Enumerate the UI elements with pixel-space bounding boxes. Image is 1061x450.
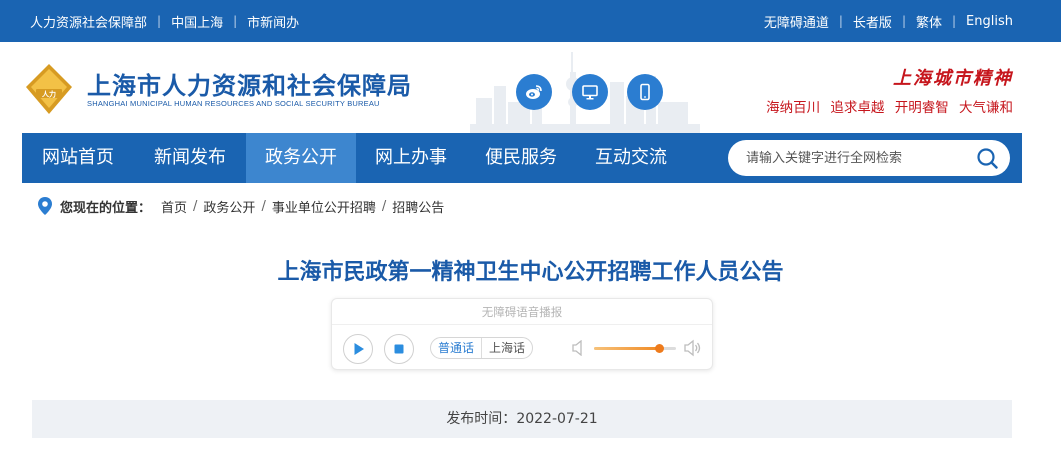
link-elder-version[interactable]: 长者版	[853, 12, 892, 31]
link-china-shanghai[interactable]: 中国上海	[171, 12, 223, 31]
breadcrumb-label: 您现在的位置：	[60, 200, 152, 216]
top-bar: 人力资源社会保障部 | 中国上海 | 市新闻办 无障碍通道 | 长者版 | 繁体…	[0, 0, 1061, 42]
main-nav: 网站首页 新闻发布 政务公开 网上办事 便民服务 互动交流	[22, 133, 1022, 183]
breadcrumb-announcement[interactable]: 招聘公告	[392, 197, 444, 216]
volume-high-icon	[684, 339, 701, 357]
spirit-phrase: 大气谦和	[959, 100, 1013, 116]
breadcrumb: 您现在的位置： 首页 / 政务公开 / 事业单位公开招聘 / 招聘公告	[38, 196, 444, 216]
article-title: 上海市民政第一精神卫生中心公开招聘工作人员公告	[277, 260, 784, 285]
nav-item-public-service[interactable]: 便民服务	[466, 133, 576, 183]
site-title[interactable]: 上海市人力资源和社会保障局	[87, 66, 412, 101]
top-bar-left-links: 人力资源社会保障部 | 中国上海 | 市新闻办	[30, 0, 299, 42]
link-traditional-chinese[interactable]: 繁体	[916, 12, 942, 31]
separator: |	[952, 14, 957, 28]
search-input[interactable]	[746, 140, 966, 176]
play-button[interactable]	[343, 334, 373, 364]
stop-icon	[394, 344, 404, 354]
breadcrumb-home[interactable]: 首页	[161, 197, 187, 216]
mobile-icon	[640, 83, 650, 101]
volume-slider-fill	[594, 347, 660, 350]
site-subtitle: SHANGHAI MUNICIPAL HUMAN RESOURCES AND S…	[87, 99, 380, 108]
breadcrumb-separator: /	[193, 198, 198, 214]
publish-date: 2022-07-21	[516, 411, 598, 427]
emblem-text: 人力	[42, 90, 56, 99]
separator: |	[838, 14, 843, 28]
site-header: 人力 上海市人力资源和社会保障局 SHANGHAI MUNICIPAL HUMA…	[0, 42, 1061, 133]
city-spirit-title: 上海城市精神	[893, 68, 1013, 89]
spirit-phrase: 开明睿智	[894, 100, 949, 116]
nav-item-home[interactable]: 网站首页	[22, 133, 134, 183]
audio-player-header: 无障碍语音播报	[332, 299, 712, 325]
volume-slider[interactable]	[594, 344, 676, 353]
lang-mandarin[interactable]: 普通话	[431, 338, 481, 358]
link-accessibility[interactable]: 无障碍通道	[764, 12, 829, 31]
nav-item-interaction[interactable]: 互动交流	[576, 133, 686, 183]
search-box	[728, 140, 1010, 176]
link-news-office[interactable]: 市新闻办	[247, 12, 299, 31]
city-spirit-phrases: 海纳百川 追求卓越 开明睿智 大气谦和	[760, 96, 1013, 116]
spirit-phrase: 海纳百川	[766, 100, 821, 116]
breadcrumb-recruitment[interactable]: 事业单位公开招聘	[272, 197, 376, 216]
separator: |	[901, 14, 906, 28]
nav-item-gov-affairs[interactable]: 政务公开	[246, 133, 356, 183]
breadcrumb-separator: /	[261, 198, 266, 214]
link-mohrss[interactable]: 人力资源社会保障部	[30, 12, 147, 31]
audio-player: 无障碍语音播报 普通话 上海话	[331, 298, 713, 370]
search-icon[interactable]	[976, 147, 998, 169]
city-spirit: 上海城市精神 海纳百川 追求卓越 开明睿智 大气谦和	[760, 64, 1013, 116]
separator: |	[157, 14, 162, 28]
spirit-phrase: 追求卓越	[830, 100, 885, 116]
link-english[interactable]: English	[966, 14, 1013, 29]
volume-slider-handle[interactable]	[655, 344, 665, 353]
bureau-emblem-icon[interactable]: 人力	[22, 62, 76, 116]
nav-item-online-service[interactable]: 网上办事	[356, 133, 466, 183]
location-pin-icon	[38, 197, 52, 215]
mobile-button[interactable]	[627, 74, 663, 110]
stop-button[interactable]	[384, 334, 414, 364]
desktop-icon	[582, 85, 598, 100]
publish-label: 发布时间：	[446, 411, 517, 427]
separator: |	[233, 14, 238, 28]
breadcrumb-gov-affairs[interactable]: 政务公开	[203, 197, 255, 216]
desktop-button[interactable]	[572, 74, 608, 110]
language-switch: 普通话 上海话	[430, 337, 534, 359]
top-bar-right-links: 无障碍通道 | 长者版 | 繁体 | English	[764, 0, 1013, 42]
weibo-button[interactable]	[516, 74, 552, 110]
weibo-icon	[526, 85, 542, 99]
breadcrumb-separator: /	[381, 198, 387, 214]
play-icon	[354, 343, 364, 355]
lang-shanghainese[interactable]: 上海话	[481, 338, 532, 358]
nav-item-news[interactable]: 新闻发布	[134, 133, 246, 183]
volume-low-icon	[572, 340, 582, 356]
publish-info: 发布时间：2022-07-21	[32, 400, 1012, 438]
